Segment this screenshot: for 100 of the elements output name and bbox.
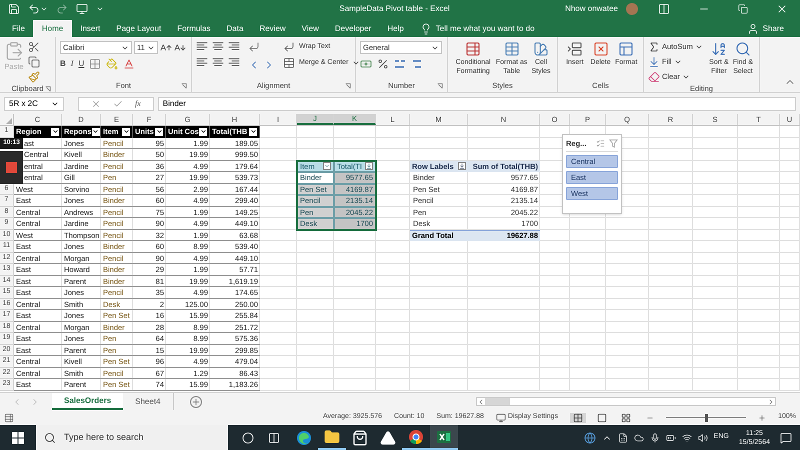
- save-icon[interactable]: [8, 3, 20, 15]
- dialog-launcher-icon[interactable]: [181, 83, 187, 89]
- share-button[interactable]: Share: [738, 20, 792, 37]
- task-view-icon[interactable]: [268, 432, 280, 444]
- view-button[interactable]: [570, 412, 586, 422]
- eraser-icon: [648, 71, 660, 83]
- search-icon: [734, 41, 751, 57]
- align-center-icon[interactable]: [212, 57, 224, 67]
- ribbon-tab[interactable]: Help: [379, 20, 412, 37]
- align-left-icon[interactable]: [196, 57, 208, 67]
- table-icon: [504, 41, 520, 57]
- cloud-icon[interactable]: [634, 432, 644, 442]
- ribbon-tab[interactable]: Formulas: [169, 20, 219, 37]
- formula-field[interactable]: Binder: [158, 96, 796, 110]
- sigma-icon: [648, 41, 660, 53]
- align-right-icon[interactable]: [228, 57, 240, 67]
- filter-dropdown[interactable]: [51, 128, 59, 136]
- ribbon-tab[interactable]: Home: [32, 20, 72, 37]
- enter-icon[interactable]: [113, 98, 123, 108]
- dialog-launcher-icon[interactable]: [45, 86, 51, 92]
- triangle-icon: [380, 430, 396, 446]
- ribbon-tab[interactable]: File: [4, 20, 33, 37]
- ribbon-tab[interactable]: Insert: [72, 20, 108, 37]
- sort-icon: [366, 163, 372, 170]
- zoom-slider[interactable]: [666, 414, 746, 422]
- windows-start-icon[interactable]: [12, 432, 24, 444]
- sheet-tab[interactable]: SalesOrders: [52, 393, 124, 410]
- fill-down-icon: [648, 56, 660, 68]
- filter-dropdown[interactable]: [155, 128, 163, 136]
- filter-dropdown[interactable]: [199, 128, 207, 136]
- caret-icon: [694, 43, 703, 51]
- name-box[interactable]: 5R x 2C: [4, 96, 64, 110]
- person-icon: [746, 22, 759, 34]
- zoom-in-icon[interactable]: [758, 414, 766, 422]
- taskbar-search-field[interactable]: Type here to search: [36, 425, 228, 450]
- sort-dropdown[interactable]: [365, 162, 373, 170]
- add-sheet-icon[interactable]: [190, 396, 202, 408]
- multi-select-icon[interactable]: [596, 138, 605, 148]
- globe-icon[interactable]: [584, 432, 596, 444]
- spreadsheet-icon: [436, 428, 452, 444]
- sort-icon: [459, 163, 465, 170]
- notifications-icon[interactable]: [780, 432, 792, 444]
- restore-icon[interactable]: [738, 4, 748, 14]
- redo-icon: [56, 3, 68, 15]
- italic-button[interactable]: I: [70, 58, 74, 70]
- sort-dropdown[interactable]: [458, 162, 466, 170]
- scroll-right-icon[interactable]: [767, 398, 775, 406]
- cut-icon[interactable]: [28, 41, 40, 53]
- grow-font-icon[interactable]: [160, 42, 172, 54]
- microphone-icon[interactable]: [650, 432, 660, 442]
- stop-recording-button[interactable]: [6, 162, 17, 173]
- accounting-icon[interactable]: [360, 58, 372, 70]
- percent-icon[interactable]: [377, 58, 389, 70]
- undo-icon[interactable]: [28, 3, 40, 15]
- view-icon: [573, 412, 584, 422]
- dialog-launcher-icon[interactable]: [437, 83, 443, 89]
- view-icon: [597, 412, 608, 422]
- dialog-launcher-icon[interactable]: [345, 83, 351, 89]
- format-cells-icon: [618, 41, 634, 57]
- clipboard-icon: [4, 41, 24, 61]
- format-painter-icon[interactable]: [28, 71, 40, 83]
- battery-icon[interactable]: [666, 432, 676, 442]
- monitor-icon: [496, 412, 506, 422]
- ribbon-tab[interactable]: Page Layout: [108, 20, 170, 37]
- ribbon-tab[interactable]: Developer: [326, 20, 380, 37]
- decrease-decimal-icon[interactable]: [411, 58, 423, 70]
- close-icon[interactable]: [776, 3, 788, 15]
- wifi-icon[interactable]: [682, 432, 692, 442]
- ribbon-display-icon[interactable]: [658, 3, 670, 15]
- customize-icon[interactable]: [96, 5, 104, 13]
- bold-button[interactable]: B: [60, 58, 66, 70]
- filter-dropdown[interactable]: [122, 128, 130, 136]
- volume-icon[interactable]: [698, 432, 708, 442]
- sort-icon: [710, 41, 727, 57]
- increase-decimal-icon[interactable]: [394, 58, 406, 70]
- ribbon-tab[interactable]: Review: [251, 20, 294, 37]
- borders-icon[interactable]: [89, 58, 102, 70]
- horizontal-scrollbar[interactable]: [476, 397, 776, 406]
- store-icon: [352, 430, 368, 446]
- cancel-icon[interactable]: [91, 98, 101, 108]
- wrap-text-icon: [283, 41, 295, 53]
- copy-icon[interactable]: [28, 56, 40, 68]
- font-color-icon[interactable]: [123, 58, 136, 70]
- taskbar-app[interactable]: [430, 425, 458, 450]
- underline-button[interactable]: U: [78, 58, 84, 70]
- fill-color-icon[interactable]: [106, 58, 118, 70]
- scroll-left-icon[interactable]: [477, 398, 485, 406]
- scrollbar-thumb[interactable]: [485, 398, 510, 405]
- browser-icon: [408, 428, 424, 444]
- filter-dropdown[interactable]: [92, 128, 100, 136]
- ribbon-tab[interactable]: Data: [218, 20, 252, 37]
- caret-icon: [324, 163, 330, 170]
- delete-icon: [592, 41, 608, 57]
- insert-function-button[interactable]: fx: [135, 98, 141, 110]
- search-input[interactable]: Type here to search: [64, 430, 220, 444]
- shrink-font-icon[interactable]: [174, 42, 186, 54]
- filter-dropdown[interactable]: [249, 128, 257, 136]
- lightbulb-icon: [420, 22, 432, 34]
- tell-me-field[interactable]: Tell me what you want to do: [412, 20, 543, 37]
- ribbon-tab[interactable]: View: [294, 20, 327, 37]
